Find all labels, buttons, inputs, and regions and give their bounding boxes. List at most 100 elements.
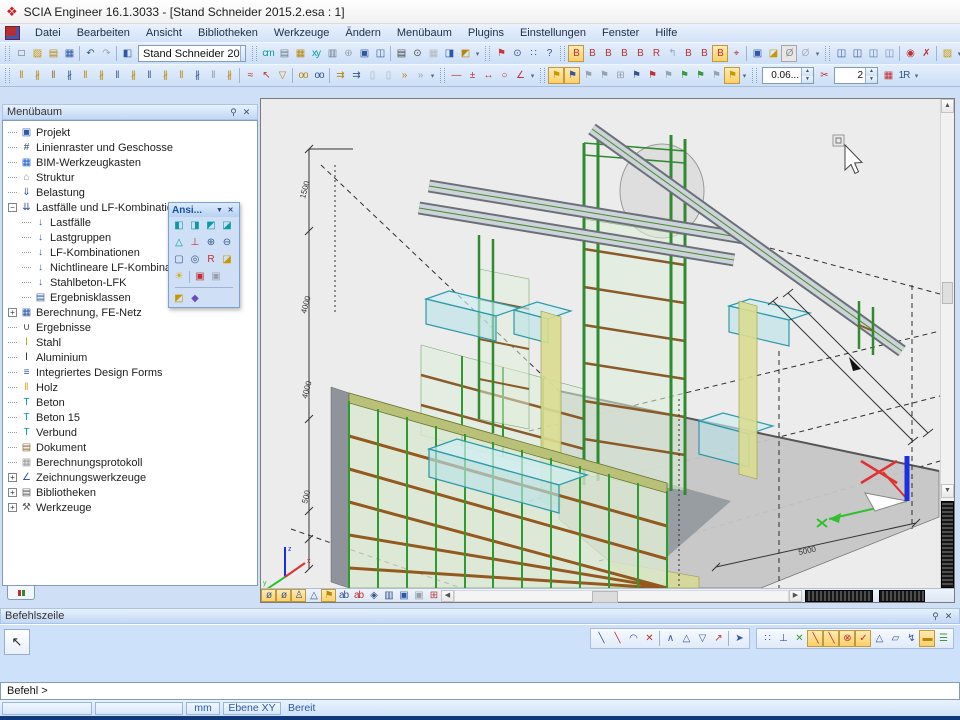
collapse-expander[interactable]: − bbox=[8, 203, 17, 212]
picture-gallery-button[interactable]: ◩ bbox=[457, 45, 473, 62]
visibility-clip-button[interactable]: B bbox=[696, 45, 712, 62]
perspective-button[interactable]: △ bbox=[171, 235, 187, 250]
vertical-scroll-thumb[interactable] bbox=[942, 282, 953, 304]
copy-view-button[interactable]: ◫ bbox=[833, 45, 849, 62]
expand-expander[interactable]: + bbox=[8, 308, 17, 317]
window-layout-button[interactable]: ◧ bbox=[119, 45, 135, 62]
select-polygon-button[interactable]: ▽ bbox=[274, 67, 290, 84]
close-icon[interactable]: ✕ bbox=[225, 206, 236, 214]
view-plane-8-button[interactable]: ⚑ bbox=[660, 67, 676, 84]
view-plane-4-button[interactable]: ⚑ bbox=[596, 67, 612, 84]
generator-e-button[interactable]: » bbox=[396, 67, 412, 84]
scroll-down-button[interactable]: ▼ bbox=[941, 484, 954, 498]
filter-mesh-button[interactable]: ∦ bbox=[157, 67, 173, 84]
menu-hilfe[interactable]: Hilfe bbox=[647, 26, 685, 40]
scroll-right-button[interactable]: ▶ bbox=[789, 590, 802, 602]
menu-ndern[interactable]: Ändern bbox=[337, 26, 388, 40]
expand-expander[interactable]: + bbox=[8, 488, 17, 497]
docked-grip-2[interactable] bbox=[879, 590, 925, 602]
ucs-view-button[interactable]: ⊥ bbox=[187, 235, 203, 250]
zoom-selection-button[interactable]: R bbox=[203, 252, 219, 267]
tree-item-linienraster-und-geschosse[interactable]: #Linienraster und Geschosse bbox=[3, 140, 257, 155]
tree-item-werkzeuge[interactable]: +⚒Werkzeuge bbox=[3, 500, 257, 515]
view-settings-button[interactable]: ◪ bbox=[219, 252, 235, 267]
visibility-layer-button[interactable]: B bbox=[584, 45, 600, 62]
view-z-button[interactable]: ◩ bbox=[203, 218, 219, 233]
layers-button[interactable]: ▤ bbox=[276, 45, 292, 62]
load-step[interactable]: 2▲▼ bbox=[834, 67, 878, 84]
visibility-undo-button[interactable]: ↰ bbox=[664, 45, 680, 62]
snapshot-button[interactable]: ▣ bbox=[192, 269, 208, 284]
view-plane-1-button[interactable]: ⚑ bbox=[548, 67, 564, 84]
point-grid-button[interactable]: ∷ bbox=[525, 45, 541, 62]
horizontal-scroll-thumb[interactable] bbox=[592, 591, 618, 603]
generator-d-button[interactable]: ▯ bbox=[380, 67, 396, 84]
zigzag-snap-button[interactable]: ↯ bbox=[903, 630, 919, 647]
snap-list-button[interactable]: ☰ bbox=[935, 630, 951, 647]
dim-aligned-button[interactable]: ± bbox=[464, 67, 480, 84]
menu-bibliotheken[interactable]: Bibliotheken bbox=[190, 26, 266, 40]
tree-item-bibliotheken[interactable]: +▤Bibliotheken bbox=[3, 485, 257, 500]
docked-grip-1[interactable] bbox=[805, 590, 873, 602]
dim-line-button[interactable]: — bbox=[448, 67, 464, 84]
generator-c-button[interactable]: ▯ bbox=[364, 67, 380, 84]
visibility-selection-button[interactable]: B bbox=[616, 45, 632, 62]
tree-item-holz[interactable]: ‖Holz bbox=[3, 380, 257, 395]
save-project-button[interactable]: ▦ bbox=[61, 45, 77, 62]
visibility-invert-button[interactable]: B bbox=[680, 45, 696, 62]
redo-button[interactable]: ↷ bbox=[98, 45, 114, 62]
view-plane-3-button[interactable]: ⚑ bbox=[580, 67, 596, 84]
render-colors-button[interactable]: ▣ bbox=[749, 45, 765, 62]
menu-fenster[interactable]: Fenster bbox=[594, 26, 647, 40]
toolbar-overflow[interactable]: ▾ bbox=[912, 72, 921, 80]
mesh-view-button[interactable]: ◈ bbox=[366, 589, 381, 602]
tree-item-integriertes-design-forms[interactable]: ≡Integriertes Design Forms bbox=[3, 365, 257, 380]
export-folder-button[interactable]: ▨ bbox=[939, 45, 955, 62]
visibility-remove-button[interactable]: B bbox=[632, 45, 648, 62]
menu-plugins[interactable]: Plugins bbox=[460, 26, 512, 40]
menu-men-baum[interactable]: Menübaum bbox=[389, 26, 460, 40]
paste-view-button[interactable]: ◫ bbox=[372, 45, 388, 62]
dim-circle-button[interactable]: ○ bbox=[496, 67, 512, 84]
visibility-add-selection-button[interactable]: B bbox=[600, 45, 616, 62]
filter-cross-sections-button[interactable]: ∦ bbox=[189, 67, 205, 84]
tree-item-aluminium[interactable]: ⅠAluminium bbox=[3, 350, 257, 365]
select-cursor-button[interactable]: ↖ bbox=[258, 67, 274, 84]
view-plane-6-button[interactable]: ⚑ bbox=[628, 67, 644, 84]
zoom-window-button[interactable]: ▢ bbox=[171, 252, 187, 267]
table-composer-button[interactable]: ▦ bbox=[425, 45, 441, 62]
clipping-box-button[interactable]: ◩ bbox=[171, 291, 187, 306]
open-project-button[interactable]: ▨ bbox=[29, 45, 45, 62]
fe-mesh-ball-button[interactable]: ⊕ bbox=[340, 45, 356, 62]
tree-item-stahl[interactable]: ⅠStahl bbox=[3, 335, 257, 350]
scroll-up-button[interactable]: ▲ bbox=[941, 99, 954, 113]
search-entity-button[interactable]: ⊙ bbox=[509, 45, 525, 62]
toolbar-overflow[interactable]: ▾ bbox=[740, 72, 749, 80]
menu-datei[interactable]: Datei bbox=[27, 26, 69, 40]
tree-item-struktur[interactable]: ⌂Struktur bbox=[3, 170, 257, 185]
toolbar-overflow[interactable]: ▾ bbox=[428, 72, 437, 80]
wireframe-mode-button[interactable]: Ø bbox=[781, 45, 797, 62]
toolbar-overflow[interactable]: ▾ bbox=[473, 50, 482, 58]
edge-snap-button[interactable]: △ bbox=[678, 630, 694, 647]
view-y-button[interactable]: ◨ bbox=[187, 218, 203, 233]
filter-hinges-button[interactable]: ‖ bbox=[77, 67, 93, 84]
view-plane-9-button[interactable]: ⚑ bbox=[676, 67, 692, 84]
visibility-all-button[interactable]: B bbox=[568, 45, 584, 62]
project-database-button[interactable]: ▤ bbox=[45, 45, 61, 62]
view-plane-2-button[interactable]: ⚑ bbox=[564, 67, 580, 84]
select-lasso-button[interactable]: ≈ bbox=[242, 67, 258, 84]
print-button[interactable]: ▤ bbox=[393, 45, 409, 62]
generator-a-button[interactable]: ⇉ bbox=[332, 67, 348, 84]
copy-add-view-button[interactable]: ◫ bbox=[865, 45, 881, 62]
entity-info-button[interactable]: ♙ bbox=[291, 589, 306, 602]
center-view-button[interactable]: ⌖ bbox=[728, 45, 744, 62]
quick-help-button[interactable]: ? bbox=[541, 45, 557, 62]
select-previous-button[interactable]: oo bbox=[295, 67, 311, 84]
ruler-snap-button[interactable]: ▬ bbox=[919, 630, 935, 647]
face-snap-button[interactable]: ▽ bbox=[694, 630, 710, 647]
display-scale-down-button[interactable]: ▼ bbox=[802, 76, 813, 84]
tree-item-dokument[interactable]: ▤Dokument bbox=[3, 440, 257, 455]
named-selection-button[interactable]: ▣ bbox=[356, 45, 372, 62]
generator-b-button[interactable]: ⇉ bbox=[348, 67, 364, 84]
